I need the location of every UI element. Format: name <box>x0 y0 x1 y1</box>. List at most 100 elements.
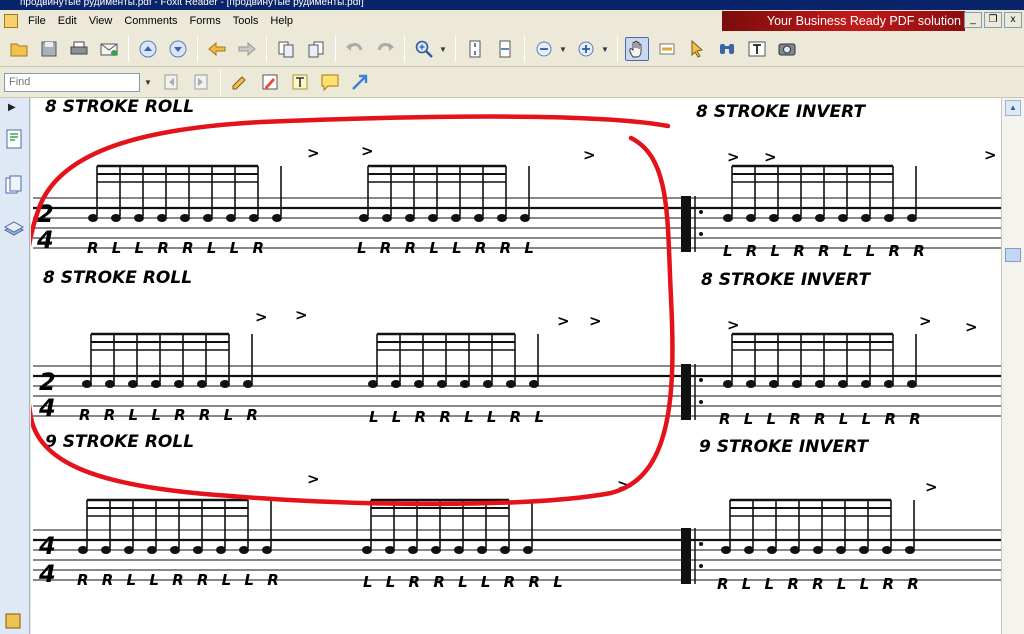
sticking-row: L L R R L L R L <box>369 408 548 426</box>
toolbar-separator <box>335 36 336 62</box>
scrollbar-thumb[interactable] <box>1005 248 1021 262</box>
find-dropdown-caret[interactable]: ▼ <box>144 78 152 87</box>
toolbar-separator <box>220 69 221 95</box>
textbox-icon[interactable] <box>288 70 312 94</box>
menu-bar: File Edit View Comments Forms Tools Help… <box>0 10 1024 32</box>
accent-mark: > <box>764 148 777 166</box>
document-view[interactable]: 8 STROKE ROLL 8 STROKE INVERT 8 STROKE R… <box>31 98 1001 634</box>
page-up-icon[interactable] <box>136 37 160 61</box>
zoom-in-icon[interactable] <box>574 37 598 61</box>
zoom-in-caret[interactable]: ▼ <box>601 45 609 54</box>
zoom-out-caret[interactable]: ▼ <box>559 45 567 54</box>
email-icon[interactable] <box>97 37 121 61</box>
menu-tools[interactable]: Tools <box>227 13 265 29</box>
repeat-dot <box>699 400 703 404</box>
accent-mark: > <box>984 146 997 164</box>
sticking-row: R L L R R L L R R <box>717 575 923 593</box>
snapshot-icon[interactable] <box>775 37 799 61</box>
layers-icon[interactable] <box>3 218 25 240</box>
find-prev-icon[interactable] <box>159 70 183 94</box>
bookmarks-icon[interactable] <box>3 128 25 150</box>
zoom-out-icon[interactable] <box>532 37 556 61</box>
back-icon[interactable] <box>205 37 229 61</box>
accent-mark: > <box>727 148 740 166</box>
repeat-dot <box>699 232 703 236</box>
menu-comments[interactable]: Comments <box>118 13 183 29</box>
comment-icon[interactable] <box>318 70 342 94</box>
note-icon[interactable] <box>228 70 252 94</box>
toolbar-separator <box>266 36 267 62</box>
redo-icon[interactable] <box>373 37 397 61</box>
arrow-tool-icon[interactable] <box>348 70 372 94</box>
ad-banner[interactable]: Your Business Ready PDF solution <box>722 11 965 31</box>
menu-file[interactable]: File <box>22 13 52 29</box>
select-annotation-icon[interactable] <box>685 37 709 61</box>
minimize-button[interactable]: _ <box>964 12 982 28</box>
accent-mark: > <box>307 144 320 162</box>
zoom-dropdown-caret[interactable]: ▼ <box>439 45 447 54</box>
open-icon[interactable] <box>7 37 31 61</box>
vertical-scrollbar[interactable]: ▲ <box>1001 98 1024 634</box>
heading-8-stroke-invert-2: 8 STROKE INVERT <box>701 270 871 290</box>
time-sig-top-3: 4 <box>38 532 56 560</box>
insert-pages-icon[interactable] <box>304 37 328 61</box>
sticking-row: R L L R R L L R <box>87 239 268 257</box>
sticking-row: R L L R R L L R R <box>719 410 925 428</box>
time-sig-bottom-3: 4 <box>38 560 56 588</box>
menu-forms[interactable]: Forms <box>184 13 227 29</box>
heading-9-stroke-roll: 9 STROKE ROLL <box>45 432 194 452</box>
pages-icon[interactable] <box>3 174 25 196</box>
close-button[interactable]: x <box>1004 12 1022 28</box>
barline <box>681 528 691 584</box>
find-input[interactable] <box>4 72 140 92</box>
undo-icon[interactable] <box>343 37 367 61</box>
page-down-icon[interactable] <box>166 37 190 61</box>
attachments-icon[interactable] <box>3 610 25 632</box>
save-icon[interactable] <box>37 37 61 61</box>
find-toolbar: ▼ <box>0 67 1024 98</box>
foxit-logo-icon <box>4 14 18 28</box>
accent-mark: > <box>255 308 268 326</box>
barline <box>681 364 691 420</box>
pencil-icon[interactable] <box>258 70 282 94</box>
hand-tool-icon[interactable] <box>625 37 649 61</box>
toolbar-separator <box>197 36 198 62</box>
sheet-music-page: 8 STROKE ROLL 8 STROKE INVERT 8 STROKE R… <box>31 98 1001 593</box>
accent-mark: > <box>557 312 570 330</box>
print-icon[interactable] <box>67 37 91 61</box>
find-icon[interactable] <box>715 37 739 61</box>
time-sig-top-2: 2 <box>39 368 56 396</box>
toolbar-separator <box>617 36 618 62</box>
repeat-dot <box>699 564 703 568</box>
title-bar: продвинутые рудименты.pdf - Foxit Reader… <box>0 0 1024 10</box>
main-toolbar: ▼ ▼ ▼ <box>0 32 1024 67</box>
heading-8-stroke-invert-1: 8 STROKE INVERT <box>696 102 866 122</box>
repeat-dot <box>699 210 703 214</box>
sticking-row: R R L L R R L R <box>79 406 262 424</box>
accent-mark: > <box>919 312 932 330</box>
forward-icon[interactable] <box>235 37 259 61</box>
sticking-row: L L R R L L R R L <box>363 573 567 591</box>
typewriter-icon[interactable] <box>745 37 769 61</box>
menu-edit[interactable]: Edit <box>52 13 83 29</box>
find-next-icon[interactable] <box>189 70 213 94</box>
extract-pages-icon[interactable] <box>274 37 298 61</box>
navigation-panel: ▶ <box>0 98 30 634</box>
menu-view[interactable]: View <box>83 13 119 29</box>
foxit-reader-window: продвинутые рудименты.pdf - Foxit Reader… <box>0 0 1024 634</box>
repeat-dot <box>699 378 703 382</box>
expand-panel-icon[interactable]: ▶ <box>8 102 16 113</box>
sticking-row: L R L R R L L R R <box>723 242 929 260</box>
menu-help[interactable]: Help <box>264 13 299 29</box>
fit-width-icon[interactable] <box>493 37 517 61</box>
zoom-icon[interactable] <box>412 37 436 61</box>
repeat-dot <box>699 542 703 546</box>
accent-mark: > <box>295 306 308 324</box>
select-text-icon[interactable] <box>655 37 679 61</box>
accent-mark: > <box>965 318 978 336</box>
fit-page-icon[interactable] <box>463 37 487 61</box>
restore-button[interactable]: ❐ <box>984 12 1002 28</box>
toolbar-separator <box>455 36 456 62</box>
accent-mark: > <box>307 470 320 488</box>
scroll-up-icon[interactable]: ▲ <box>1005 100 1021 116</box>
